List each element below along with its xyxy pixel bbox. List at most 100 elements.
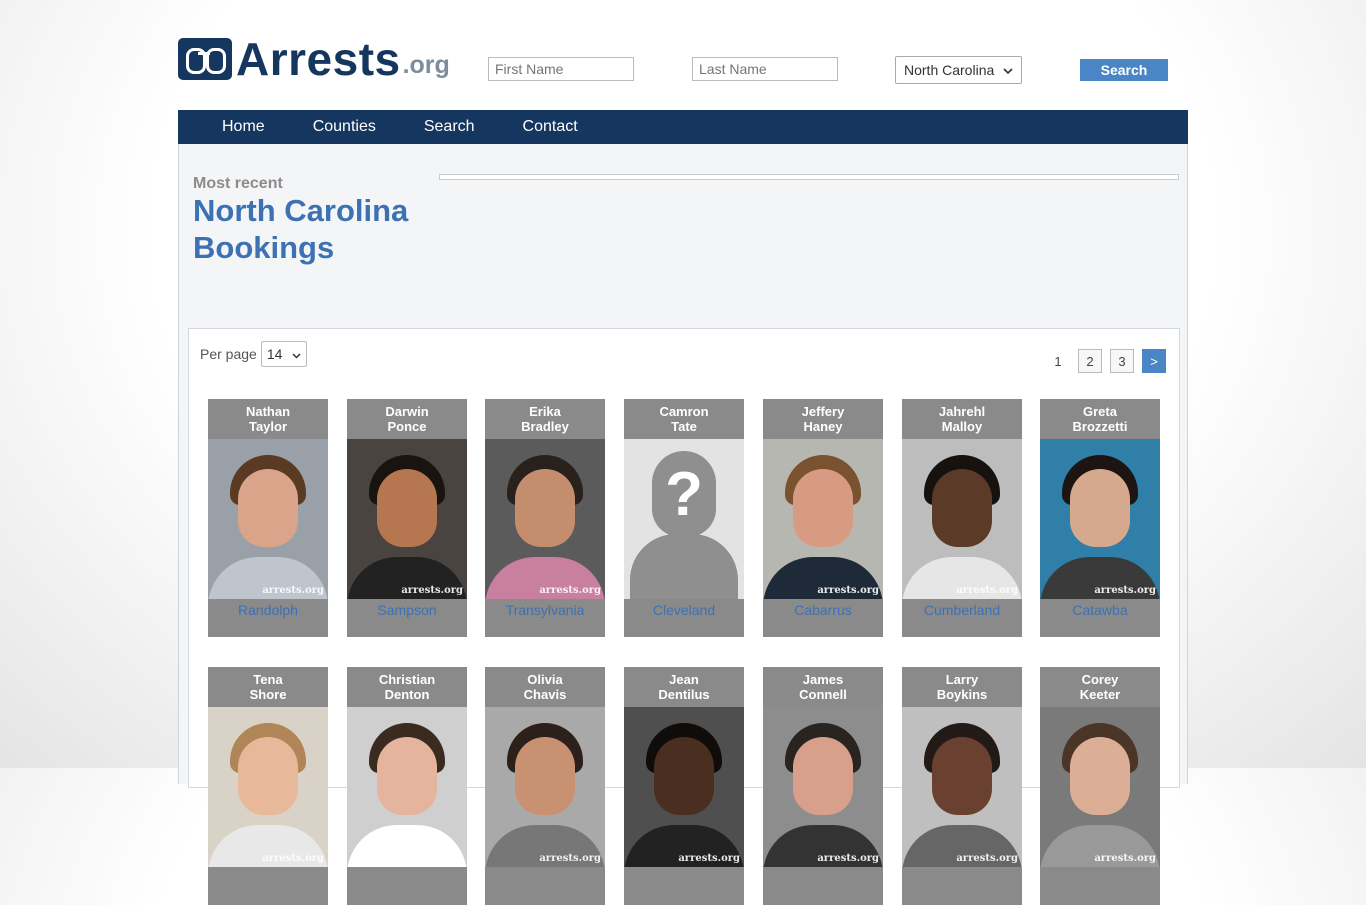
booking-first-name: Christian: [378, 672, 436, 687]
booking-name[interactable]: Larry Boykins: [902, 667, 1022, 707]
booking-card[interactable]: Darwin Ponce arrests.org Sampson: [347, 399, 467, 637]
booking-first-name: Jeffery: [801, 404, 845, 419]
booking-first-name: Jean: [669, 672, 699, 687]
nav-search[interactable]: Search: [400, 118, 499, 136]
chevron-down-icon: [292, 346, 301, 362]
mugshot-photo[interactable]: arrests.org: [347, 439, 467, 599]
booking-county-link[interactable]: Cumberland: [902, 599, 1022, 618]
booking-name[interactable]: Nathan Taylor: [208, 399, 328, 439]
chevron-down-icon: [1003, 62, 1013, 78]
booking-card[interactable]: Jahrehl Malloy arrests.org Cumberland: [902, 399, 1022, 637]
mugshot-photo[interactable]: arrests.org: [902, 439, 1022, 599]
booking-name[interactable]: Jahrehl Malloy: [902, 399, 1022, 439]
last-name-input[interactable]: [692, 57, 838, 81]
booking-name[interactable]: Jean Dentilus: [624, 667, 744, 707]
site-logo[interactable]: Arrests .org: [178, 36, 450, 82]
booking-card[interactable]: Christian Denton arrests.org: [347, 667, 467, 905]
booking-county-link[interactable]: Randolph: [208, 599, 328, 618]
booking-last-name: Denton: [384, 687, 430, 702]
first-name-input[interactable]: [488, 57, 634, 81]
booking-first-name: Corey: [1081, 672, 1119, 687]
no-photo-placeholder-icon[interactable]: ?: [624, 439, 744, 599]
logo-tld: .org: [402, 51, 450, 79]
booking-last-name: Malloy: [941, 419, 983, 434]
booking-county-link[interactable]: [347, 867, 467, 870]
booking-name[interactable]: Corey Keeter: [1040, 667, 1160, 707]
state-select[interactable]: North Carolina: [895, 56, 1022, 84]
booking-card[interactable]: Jeffery Haney arrests.org Cabarrus: [763, 399, 883, 637]
booking-first-name: Jahrehl: [938, 404, 986, 419]
photo-watermark: arrests.org: [817, 585, 879, 596]
search-button[interactable]: Search: [1080, 59, 1168, 81]
mugshot-photo[interactable]: arrests.org: [1040, 439, 1160, 599]
booking-last-name: Boykins: [936, 687, 988, 702]
booking-card[interactable]: Larry Boykins arrests.org: [902, 667, 1022, 905]
photo-watermark: arrests.org: [539, 585, 601, 596]
booking-first-name: Greta: [1083, 404, 1117, 419]
booking-county-link[interactable]: [485, 867, 605, 870]
mugshot-photo[interactable]: arrests.org: [1040, 707, 1160, 867]
mugshot-photo[interactable]: arrests.org: [902, 707, 1022, 867]
booking-name[interactable]: Erika Bradley: [485, 399, 605, 439]
booking-card[interactable]: Erika Bradley arrests.org Transylvania: [485, 399, 605, 637]
photo-watermark: arrests.org: [1094, 853, 1156, 864]
booking-last-name: Keeter: [1079, 687, 1121, 702]
photo-watermark: arrests.org: [817, 853, 879, 864]
booking-name[interactable]: James Connell: [763, 667, 883, 707]
booking-name[interactable]: Olivia Chavis: [485, 667, 605, 707]
booking-county-link[interactable]: [624, 867, 744, 870]
photo-watermark: arrests.org: [401, 853, 463, 864]
per-page-select[interactable]: 14: [260, 341, 307, 367]
booking-last-name: Ponce: [387, 419, 427, 434]
booking-county-link[interactable]: [763, 867, 883, 870]
booking-name[interactable]: Christian Denton: [347, 667, 467, 707]
booking-card[interactable]: Nathan Taylor arrests.org Randolph: [208, 399, 328, 637]
booking-name[interactable]: Jeffery Haney: [763, 399, 883, 439]
nav-counties[interactable]: Counties: [289, 118, 400, 136]
nav-home[interactable]: Home: [178, 118, 289, 136]
booking-county-link[interactable]: [1040, 867, 1160, 870]
mugshot-photo[interactable]: arrests.org: [624, 707, 744, 867]
mugshot-photo[interactable]: arrests.org: [485, 439, 605, 599]
booking-card[interactable]: Tena Shore arrests.org: [208, 667, 328, 905]
booking-card[interactable]: Olivia Chavis arrests.org: [485, 667, 605, 905]
ad-placeholder: [439, 174, 1179, 180]
mugshot-photo[interactable]: arrests.org: [763, 707, 883, 867]
booking-last-name: Bradley: [521, 419, 569, 434]
booking-county-link[interactable]: Transylvania: [485, 599, 605, 618]
pagination: 1 2 3 >: [1038, 349, 1166, 373]
booking-county-link[interactable]: [902, 867, 1022, 870]
booking-card[interactable]: Jean Dentilus arrests.org: [624, 667, 744, 905]
booking-name[interactable]: Camron Tate: [624, 399, 744, 439]
booking-card[interactable]: James Connell arrests.org: [763, 667, 883, 905]
per-page-label: Per page: [200, 346, 257, 362]
booking-first-name: Larry: [945, 672, 979, 687]
mugshot-photo[interactable]: arrests.org: [208, 439, 328, 599]
booking-name[interactable]: Darwin Ponce: [347, 399, 467, 439]
nav-contact[interactable]: Contact: [499, 118, 602, 136]
booking-card[interactable]: Camron Tate? Cleveland: [624, 399, 744, 637]
booking-county-link[interactable]: Sampson: [347, 599, 467, 618]
booking-card[interactable]: Greta Brozzetti arrests.org Catawba: [1040, 399, 1160, 637]
mugshot-photo[interactable]: arrests.org: [347, 707, 467, 867]
booking-last-name: Connell: [799, 687, 847, 702]
booking-last-name: Haney: [803, 419, 843, 434]
page-2[interactable]: 2: [1078, 349, 1102, 373]
booking-first-name: Tena: [253, 672, 283, 687]
page-3[interactable]: 3: [1110, 349, 1134, 373]
booking-county-link[interactable]: Cleveland: [624, 599, 744, 618]
booking-name[interactable]: Tena Shore: [208, 667, 328, 707]
booking-county-link[interactable]: [208, 867, 328, 870]
booking-name[interactable]: Greta Brozzetti: [1040, 399, 1160, 439]
booking-county-link[interactable]: Cabarrus: [763, 599, 883, 618]
mugshot-photo[interactable]: arrests.org: [763, 439, 883, 599]
state-select-value: North Carolina: [904, 62, 995, 78]
booking-last-name: Dentilus: [658, 687, 710, 702]
content-area: Most recent North Carolina Bookings Per …: [178, 144, 1188, 905]
mugshot-photo[interactable]: arrests.org: [485, 707, 605, 867]
next-page-button[interactable]: >: [1142, 349, 1166, 373]
booking-card[interactable]: Corey Keeter arrests.org: [1040, 667, 1160, 905]
photo-watermark: arrests.org: [262, 585, 324, 596]
mugshot-photo[interactable]: arrests.org: [208, 707, 328, 867]
booking-county-link[interactable]: Catawba: [1040, 599, 1160, 618]
